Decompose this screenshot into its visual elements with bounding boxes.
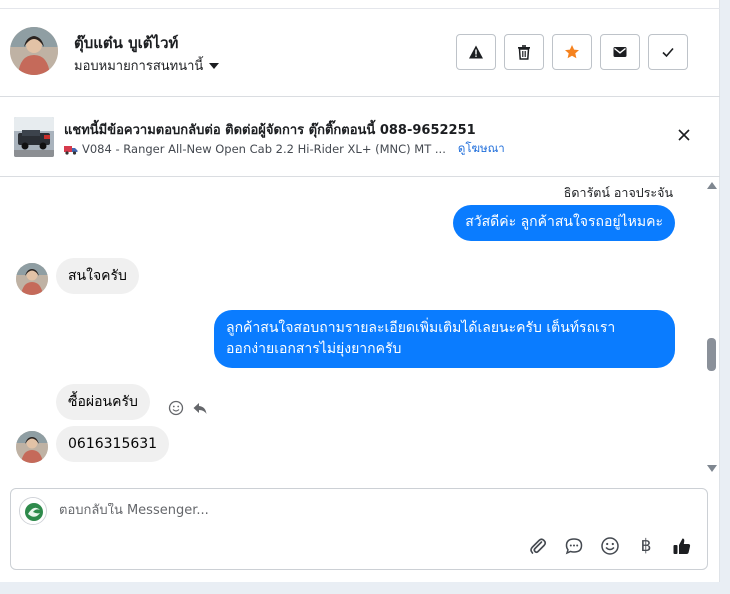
emoji-icon [601,537,619,555]
warning-icon [469,45,483,59]
emoji-button[interactable] [599,535,621,557]
ad-context-banner: แชทนี้มีข้อความตอบกลับต่อ ติดต่อผู้จัดกา… [0,97,720,177]
conversation-header: ตุ๊บแต๋น บูเต้ไวท์ มอบหมายการสนทนานี้ [0,9,720,97]
mark-unread-button[interactable] [600,34,640,70]
thumbs-up-icon [673,538,691,554]
contact-name[interactable]: ตุ๊บแต๋น บูเต้ไวท์ [74,31,178,55]
scroll-up-arrow-icon[interactable] [707,182,717,189]
contact-avatar-small [16,431,48,463]
ad-banner-title: แชทนี้มีข้อความตอบกลับต่อ ติดต่อผู้จัดกา… [64,123,476,138]
report-button[interactable] [456,34,496,70]
composer-toolbar: ฿ [527,535,693,557]
saved-replies-button[interactable] [563,535,585,557]
reply-icon[interactable] [192,400,208,416]
message-list[interactable]: ธิดารัตน์ อาจประจัน สวัสดีค่ะ ลูกค้าสนใจ… [0,178,720,476]
message-bubble-outgoing[interactable]: ลูกค้าสนใจสอบถามรายละเอียดเพิ่มเติมได้เล… [214,310,675,368]
chat-scrollbar[interactable] [705,178,717,476]
close-icon[interactable] [676,127,692,143]
page-avatar [19,497,47,525]
envelope-icon [613,47,627,57]
like-button[interactable] [671,535,693,557]
check-icon [662,47,674,58]
message-bubble-incoming[interactable]: สนใจครับ [56,258,139,294]
reply-input[interactable] [59,503,659,518]
ad-vehicle-text: V084 - Ranger All-New Open Cab 2.2 Hi-Ri… [82,142,446,156]
chevron-down-icon [209,63,220,69]
mark-done-button[interactable] [648,34,688,70]
attach-button[interactable] [527,535,549,557]
smiley-react-icon[interactable] [168,400,184,416]
assign-label: มอบหมายการสนทนานี้ [74,59,204,74]
trash-icon [518,45,530,60]
reply-composer: ฿ [10,488,708,570]
scroll-down-arrow-icon[interactable] [707,465,717,472]
ad-thumbnail[interactable] [14,117,54,157]
chat-bubble-icon [565,538,583,555]
view-ad-link[interactable]: ดูโฆษณา [458,140,505,158]
paperclip-icon [530,538,547,554]
truck-icon [64,145,78,155]
contact-avatar-small [16,263,48,295]
sender-name: ธิดารัตน์ อาจประจัน [563,185,673,200]
ad-banner-subtitle: V084 - Ranger All-New Open Cab 2.2 Hi-Ri… [64,140,505,158]
message-hover-actions [168,400,208,416]
contact-avatar[interactable] [10,27,58,75]
star-button[interactable] [552,34,592,70]
message-bubble-incoming[interactable]: 0616315631 [56,426,170,462]
conversation-panel: ตุ๊บแต๋น บูเต้ไวท์ มอบหมายการสนทนานี้ แช… [0,0,720,582]
header-actions [456,34,688,70]
baht-currency-icon: ฿ [640,536,652,556]
payment-button[interactable]: ฿ [635,535,657,557]
message-bubble-outgoing[interactable]: สวัสดีค่ะ ลูกค้าสนใจรถอยู่ไหมคะ [453,205,675,241]
scrollbar-thumb[interactable] [707,338,716,371]
message-bubble-incoming[interactable]: ซื้อผ่อนครับ [56,384,150,420]
delete-button[interactable] [504,34,544,70]
assign-conversation-dropdown[interactable]: มอบหมายการสนทนานี้ [74,55,220,76]
star-icon [565,45,579,59]
